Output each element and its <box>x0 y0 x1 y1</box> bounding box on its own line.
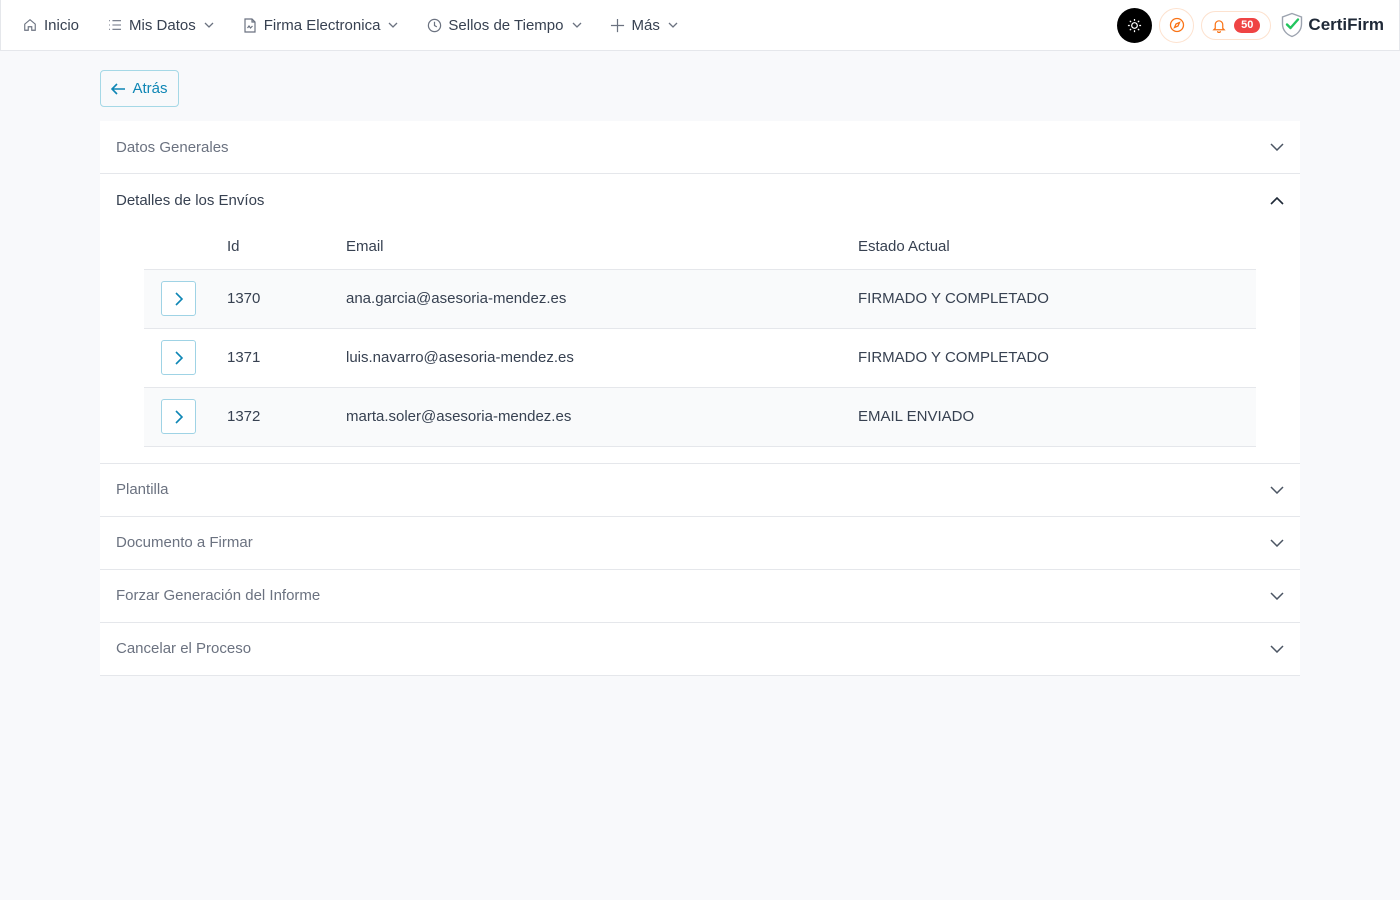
nav-item-label: Mis Datos <box>129 16 196 34</box>
section-title: Cancelar el Proceso <box>116 640 252 657</box>
table-header-row: Id Email Estado Actual <box>144 227 1256 270</box>
theme-toggle-button[interactable] <box>1117 7 1153 43</box>
cell-estado: FIRMADO Y COMPLETADO <box>858 328 1256 388</box>
chevron-right-icon <box>174 291 183 306</box>
nav-item-label: Sellos de Tiempo <box>448 16 564 34</box>
chevron-down-icon <box>1270 485 1284 494</box>
expand-cell <box>144 387 227 447</box>
nav-menu: Inicio Mis Datos Firma Electronica Sello… <box>1 0 706 50</box>
header-estado: Estado Actual <box>858 227 1256 270</box>
section-documento-firmar[interactable]: Documento a Firmar <box>100 517 1300 570</box>
chevron-right-icon <box>174 350 183 365</box>
chevron-down-icon <box>1270 644 1284 653</box>
home-icon <box>22 17 38 33</box>
brand-logo[interactable]: CertiFirm <box>1280 12 1384 38</box>
expand-row-button[interactable] <box>161 281 196 316</box>
clock-icon <box>426 17 442 33</box>
arrow-left-icon <box>111 82 126 95</box>
details-accordion: Datos Generales Detalles de los Envíos I… <box>100 121 1300 676</box>
section-title: Detalles de los Envíos <box>116 192 265 209</box>
section-datos-generales[interactable]: Datos Generales <box>100 121 1300 174</box>
expand-row-button[interactable] <box>161 340 196 375</box>
chevron-down-icon <box>1270 143 1284 151</box>
section-title: Plantilla <box>116 481 169 498</box>
chevron-down-icon <box>1270 591 1284 600</box>
section-title: Datos Generales <box>116 138 229 156</box>
sun-icon <box>1127 18 1142 33</box>
section-title: Forzar Generación del Informe <box>116 587 321 604</box>
section-detalles-envios[interactable]: Detalles de los Envíos <box>100 174 1300 227</box>
plus-icon <box>610 17 626 33</box>
nav-item-label: Más <box>631 16 660 34</box>
nav-item-label: Firma Electronica <box>263 16 381 34</box>
header-expand <box>144 227 227 270</box>
chevron-down-icon <box>572 20 582 30</box>
cell-id: 1370 <box>227 269 346 329</box>
section-title: Documento a Firmar <box>116 534 253 551</box>
cell-email: ana.garcia@asesoria-mendez.es <box>346 269 858 329</box>
cell-id: 1372 <box>227 387 346 447</box>
nav-item-firma-electronica[interactable]: Firma Electronica <box>242 0 399 50</box>
cell-estado: FIRMADO Y COMPLETADO <box>858 269 1256 329</box>
header-email: Email <box>346 227 858 270</box>
chevron-down-icon <box>1270 538 1284 547</box>
cell-estado: EMAIL ENVIADO <box>858 387 1256 447</box>
notifications-button[interactable]: 50 <box>1201 10 1272 40</box>
cell-email: luis.navarro@asesoria-mendez.es <box>346 328 858 388</box>
nav-item-mis-datos[interactable]: Mis Datos <box>107 0 214 50</box>
nav-actions: 50 CertiFirm <box>1117 0 1384 50</box>
nav-item-sellos-tiempo[interactable]: Sellos de Tiempo <box>426 0 581 50</box>
section-detalles-envios-body: Id Email Estado Actual 1370 ana.garcia@a… <box>100 227 1300 464</box>
expand-cell <box>144 328 227 388</box>
table-row: 1372 marta.soler@asesoria-mendez.es EMAI… <box>144 387 1256 447</box>
nav-item-mas[interactable]: Más <box>610 0 678 50</box>
cell-id: 1371 <box>227 328 346 388</box>
section-plantilla[interactable]: Plantilla <box>100 464 1300 517</box>
shield-check-icon <box>1280 12 1304 38</box>
compass-icon <box>1169 17 1185 33</box>
section-cancelar-proceso[interactable]: Cancelar el Proceso <box>100 623 1300 676</box>
nav-item-inicio[interactable]: Inicio <box>22 0 79 50</box>
section-forzar-informe[interactable]: Forzar Generación del Informe <box>100 570 1300 623</box>
top-navbar: Inicio Mis Datos Firma Electronica Sello… <box>0 0 1400 51</box>
document-icon <box>242 17 258 33</box>
cell-email: marta.soler@asesoria-mendez.es <box>346 387 858 447</box>
notification-count-badge: 50 <box>1234 17 1261 33</box>
chevron-right-icon <box>174 409 183 424</box>
expand-row-button[interactable] <box>161 399 196 434</box>
envios-table: Id Email Estado Actual 1370 ana.garcia@a… <box>144 227 1256 447</box>
back-button[interactable]: Atrás <box>100 70 179 107</box>
compass-button[interactable] <box>1159 7 1195 43</box>
table-row: 1370 ana.garcia@asesoria-mendez.es FIRMA… <box>144 269 1256 329</box>
chevron-up-icon <box>1270 196 1284 205</box>
list-icon <box>107 17 123 33</box>
table-row: 1371 luis.navarro@asesoria-mendez.es FIR… <box>144 328 1256 388</box>
expand-cell <box>144 269 227 329</box>
header-id: Id <box>227 227 346 270</box>
chevron-down-icon <box>204 20 214 30</box>
brand-name: CertiFirm <box>1308 15 1384 34</box>
chevron-down-icon <box>388 20 398 30</box>
chevron-down-icon <box>668 20 678 30</box>
back-button-label: Atrás <box>132 80 168 97</box>
bell-icon <box>1212 18 1226 33</box>
nav-item-label: Inicio <box>44 16 80 34</box>
